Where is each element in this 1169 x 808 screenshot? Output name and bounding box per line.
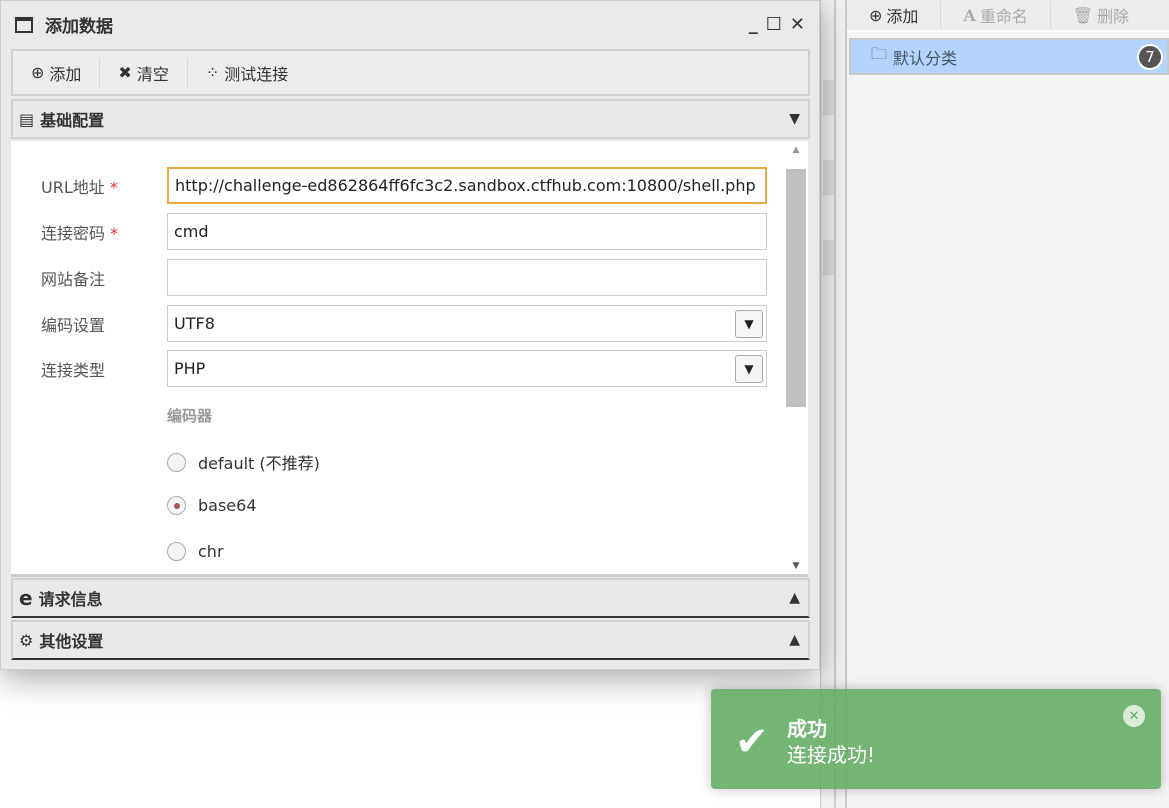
section-request-header[interactable]: e 请求信息 ▲: [11, 578, 810, 618]
category-add-button[interactable]: ⊕ 添加: [847, 1, 942, 29]
chevron-down-icon: ▼: [789, 111, 800, 127]
dialog-titlebar[interactable]: 添加数据 _ ☐ ✕: [1, 1, 819, 48]
trash-icon: 🗑: [1072, 5, 1094, 25]
category-delete-button[interactable]: 🗑 删除: [1051, 1, 1151, 29]
chevron-down-icon: ▼: [735, 309, 763, 338]
url-input[interactable]: http://challenge-ed862864ff6fc3c2.sandbo…: [167, 167, 767, 204]
dialog-toolbar: ⊕ 添加 ✖ 清空 ⁘ 测试连接: [11, 49, 810, 96]
encoder-radio-chr[interactable]: chr: [167, 542, 224, 561]
type-select[interactable]: PHP ▼: [167, 350, 767, 387]
add-data-dialog: 添加数据 _ ☐ ✕ ⊕ 添加 ✖ 清空 ⁘ 测试连接 ▤ 基础配置 ▼ URL地址 * htt…: [0, 0, 820, 670]
category-toolbar: ⊕ 添加 A 重命名 🗑 删除: [847, 0, 1169, 32]
note-input[interactable]: [167, 259, 767, 296]
dialog-title: 添加数据: [45, 17, 113, 37]
encoder-label: 编码器: [167, 407, 213, 425]
close-icon[interactable]: ✕: [790, 14, 805, 35]
file-icon: ▤: [19, 109, 35, 129]
encoder-radio-default[interactable]: default (不推荐): [167, 450, 320, 474]
check-icon: ✔: [735, 719, 769, 765]
splitter[interactable]: [820, 0, 845, 808]
password-input[interactable]: cmd: [167, 213, 767, 250]
success-toast: ✔ 成功 连接成功! ✕: [711, 689, 1161, 789]
encoding-select[interactable]: UTF8 ▼: [167, 305, 767, 342]
folder-icon: 🗀: [871, 44, 888, 63]
plus-circle-icon: ⊕: [869, 5, 883, 25]
scrollbar[interactable]: ▲ ▼: [786, 145, 806, 575]
encoder-radio-base64[interactable]: base64: [167, 496, 257, 515]
chevron-up-icon: ▲: [789, 632, 800, 648]
section-basic-header[interactable]: ▤ 基础配置 ▼: [11, 99, 810, 139]
window-icon: [15, 16, 33, 33]
count-badge: 7: [1137, 43, 1163, 70]
minimize-icon[interactable]: _: [749, 14, 758, 35]
test-connection-button[interactable]: ⁘ 测试连接: [188, 58, 306, 88]
chevron-down-icon: ▼: [735, 354, 763, 383]
clear-button[interactable]: ✖ 清空: [100, 57, 188, 88]
category-panel: ⊕ 添加 A 重命名 🗑 删除 🗀 默认分类 7: [845, 0, 1169, 808]
chevron-up-icon: ▲: [789, 590, 800, 606]
ie-icon: e: [19, 586, 33, 610]
add-button[interactable]: ⊕ 添加: [13, 57, 101, 88]
font-icon: A: [963, 5, 976, 25]
maximize-icon[interactable]: ☐: [766, 14, 782, 35]
section-other-header[interactable]: ⚙ 其他设置 ▲: [11, 620, 810, 660]
spinner-icon: ⁘: [205, 63, 220, 82]
gears-icon: ⚙: [19, 630, 34, 650]
close-icon[interactable]: ✕: [1123, 705, 1145, 727]
basic-config-form: URL地址 * http://challenge-ed862864ff6fc3c2…: [11, 141, 808, 577]
x-icon: ✖: [118, 63, 132, 82]
plus-circle-icon: ⊕: [31, 63, 45, 82]
category-item[interactable]: 🗀 默认分类 7: [849, 38, 1169, 75]
category-rename-button[interactable]: A 重命名: [941, 1, 1051, 29]
